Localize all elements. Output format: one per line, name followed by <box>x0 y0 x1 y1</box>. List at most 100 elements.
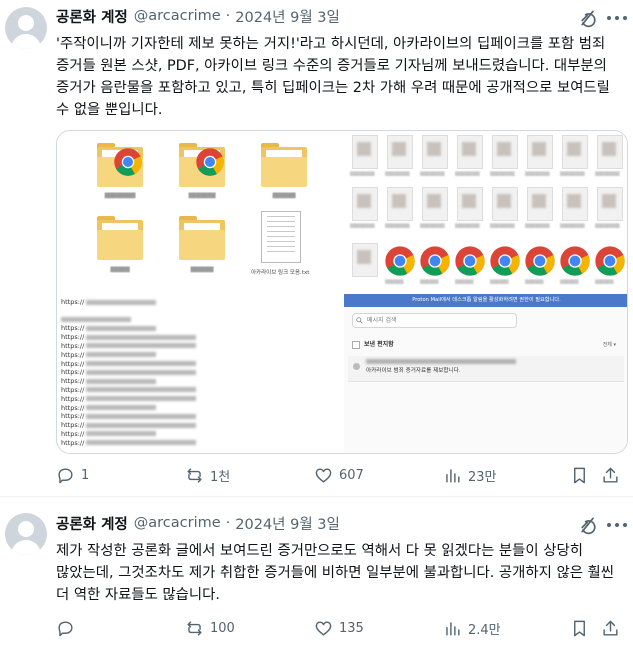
like-icon <box>315 620 332 636</box>
tweet-media-grid[interactable]: ▓▓▓▓▓▓▓▓ ▓▓▓▓▓▓▓ ▓▓▓▓▓▓ ▓▓▓▓▓ ▓▓▓▓▓▓ 아카라… <box>56 130 628 454</box>
chrome-icon <box>384 245 416 277</box>
reply-button[interactable]: 1 <box>56 464 89 486</box>
file-thumbnail <box>457 187 483 221</box>
like-count: 135 <box>339 620 364 636</box>
file-label-redacted: ▒▒▒▒▒▒▒▒ <box>595 171 620 176</box>
avatar-head-shape <box>18 15 34 31</box>
tweet-text: '주작이니까 기자한테 제보 못하는 거지!'라고 하시던데, 아카라이브의 딥… <box>56 36 610 118</box>
repost-button[interactable]: 100 <box>185 617 235 639</box>
link-line <box>61 307 331 316</box>
chrome-icon <box>419 245 451 277</box>
folder-label-redacted: ▓▓▓▓▓▓▓ <box>188 193 216 199</box>
display-name[interactable]: 공론화 계정 <box>56 6 128 27</box>
file-thumbnail <box>352 243 378 277</box>
media-files-screenshot[interactable]: ▒▒▒▒▒▒▒▒ ▒▒▒▒▒▒▒▒ ▒▒▒▒▒▒▒▒ ▒▒▒▒▒▒▒▒ ▒▒▒▒▒▒▒▒… <box>344 131 627 292</box>
file-thumbnail <box>492 135 518 169</box>
file-label-redacted: ▒▒▒▒▒▒▒▒ <box>490 223 515 228</box>
tweet-1[interactable]: 공론화 계정 @arcacrime · 2024년 9월 3일 '주작이니까 기… <box>0 0 633 497</box>
avatar-body-shape <box>11 540 41 555</box>
file-label-redacted: ▒▒▒▒▒▒▒▒ <box>350 171 375 176</box>
link-line: https:// <box>61 430 331 439</box>
chrome-icon <box>559 245 591 277</box>
select-all-checkbox <box>352 341 360 349</box>
link-line: https:// <box>61 439 331 448</box>
display-name[interactable]: 공론화 계정 <box>56 513 128 534</box>
grok-icon[interactable] <box>578 515 598 535</box>
file-thumbnail <box>527 135 553 169</box>
more-icon[interactable] <box>607 515 627 535</box>
reply-count: 1 <box>81 467 90 483</box>
chrome-icon <box>524 245 556 277</box>
file-label-redacted: ▒▒▒▒▒▒▒▒ <box>455 171 480 176</box>
separator: · <box>225 8 231 24</box>
folder-icon <box>261 143 307 187</box>
views-button[interactable]: 23만 <box>443 464 497 486</box>
share-button[interactable] <box>601 464 620 486</box>
file-label-redacted: ▒▒▒▒▒▒▒▒ <box>595 223 620 228</box>
bookmark-button[interactable] <box>570 464 589 486</box>
media-mail-screenshot[interactable]: Proton Mail에서 데스크톱 알림을 활성화하려면 권한이 필요합니다.… <box>344 294 627 453</box>
reply-button[interactable] <box>56 617 81 639</box>
sender-avatar <box>353 363 360 370</box>
media-folders-screenshot[interactable]: ▓▓▓▓▓▓▓▓ ▓▓▓▓▓▓▓ ▓▓▓▓▓▓ ▓▓▓▓▓ ▓▓▓▓▓▓ 아카라… <box>57 131 342 292</box>
avatar[interactable] <box>5 513 47 555</box>
file-thumbnail <box>457 135 483 169</box>
link-line: https:// <box>61 377 331 386</box>
like-button[interactable]: 607 <box>314 464 364 486</box>
mail-search-placeholder: 메시지 검색 <box>367 317 397 324</box>
file-label-redacted: ▒▒▒▒▒▒▒▒ <box>560 223 585 228</box>
bookmark-button[interactable] <box>570 617 589 639</box>
sender-redacted <box>366 359 516 364</box>
mail-folder-title: 보낸 편지함 <box>364 341 394 348</box>
tweet-date[interactable]: 2024년 9월 3일 <box>235 513 340 534</box>
file-thumbnail <box>387 187 413 221</box>
views-icon <box>446 468 460 483</box>
chrome-icon <box>454 245 486 277</box>
views-button[interactable]: 2.4만 <box>443 617 501 639</box>
file-label-redacted: ▒▒▒▒▒▒▒▒ <box>385 171 410 176</box>
media-links-screenshot[interactable]: https:// https://https://https://https:/… <box>57 294 342 453</box>
tweet-header: 공론화 계정 @arcacrime · 2024년 9월 3일 <box>56 6 340 26</box>
tweet-actions: 1 1천 607 23만 <box>56 464 626 486</box>
text-file-label: 아카라이브 링크 모음.txt <box>251 270 310 276</box>
like-button[interactable]: 135 <box>314 617 364 639</box>
file-label-redacted: ▒▒▒▒▒▒ <box>560 279 579 284</box>
repost-icon <box>187 620 202 636</box>
mail-subject: 아카라이브 범죄 증거자료를 제보합니다. <box>366 368 461 374</box>
share-button[interactable] <box>601 617 620 639</box>
file-thumbnail <box>527 187 553 221</box>
avatar[interactable] <box>5 7 47 49</box>
tweet-date[interactable]: 2024년 9월 3일 <box>235 6 340 27</box>
handle[interactable]: @arcacrime <box>134 8 221 24</box>
file-thumbnail <box>597 135 623 169</box>
file-label-redacted: ▒▒▒▒▒▒ <box>420 279 439 284</box>
file-thumbnail <box>422 135 448 169</box>
file-label-redacted: ▒▒▒▒▒▒ <box>490 279 509 284</box>
link-line: https:// <box>61 351 331 360</box>
file-label-redacted: ▒▒▒▒▒▒▒▒ <box>560 171 585 176</box>
like-icon <box>315 467 332 483</box>
handle[interactable]: @arcacrime <box>134 515 221 531</box>
file-label-redacted: ▒▒▒▒▒▒▒▒ <box>525 171 550 176</box>
more-icon[interactable] <box>607 8 627 28</box>
folder-label-redacted: ▓▓▓▓▓▓▓▓ <box>104 193 136 199</box>
grok-icon[interactable] <box>578 8 598 28</box>
folder-icon <box>179 216 225 260</box>
mail-row: 아카라이브 범죄 증거자료를 제보합니다. <box>348 356 624 382</box>
repost-button[interactable]: 1천 <box>185 464 230 486</box>
file-thumbnail <box>352 135 378 169</box>
file-label-redacted: ▒▒▒▒▒▒ <box>385 279 404 284</box>
file-thumbnail <box>562 187 588 221</box>
link-line: https:// <box>61 333 331 342</box>
avatar-head-shape <box>18 521 34 537</box>
bookmark-icon <box>574 467 585 483</box>
folder-label-redacted: ▓▓▓▓▓▓ <box>190 267 214 273</box>
link-line: https:// <box>61 368 331 377</box>
file-thumbnail <box>597 187 623 221</box>
tweet-2[interactable]: 공론화 계정 @arcacrime · 2024년 9월 3일 제가 작성한 공… <box>0 497 633 651</box>
file-label-redacted: ▒▒▒▒▒▒▒▒ <box>350 223 375 228</box>
link-line: https:// <box>61 404 331 413</box>
link-line: https:// <box>61 298 331 307</box>
views-count: 2.4만 <box>468 622 501 638</box>
folder-label-redacted: ▓▓▓▓▓ <box>110 267 130 273</box>
